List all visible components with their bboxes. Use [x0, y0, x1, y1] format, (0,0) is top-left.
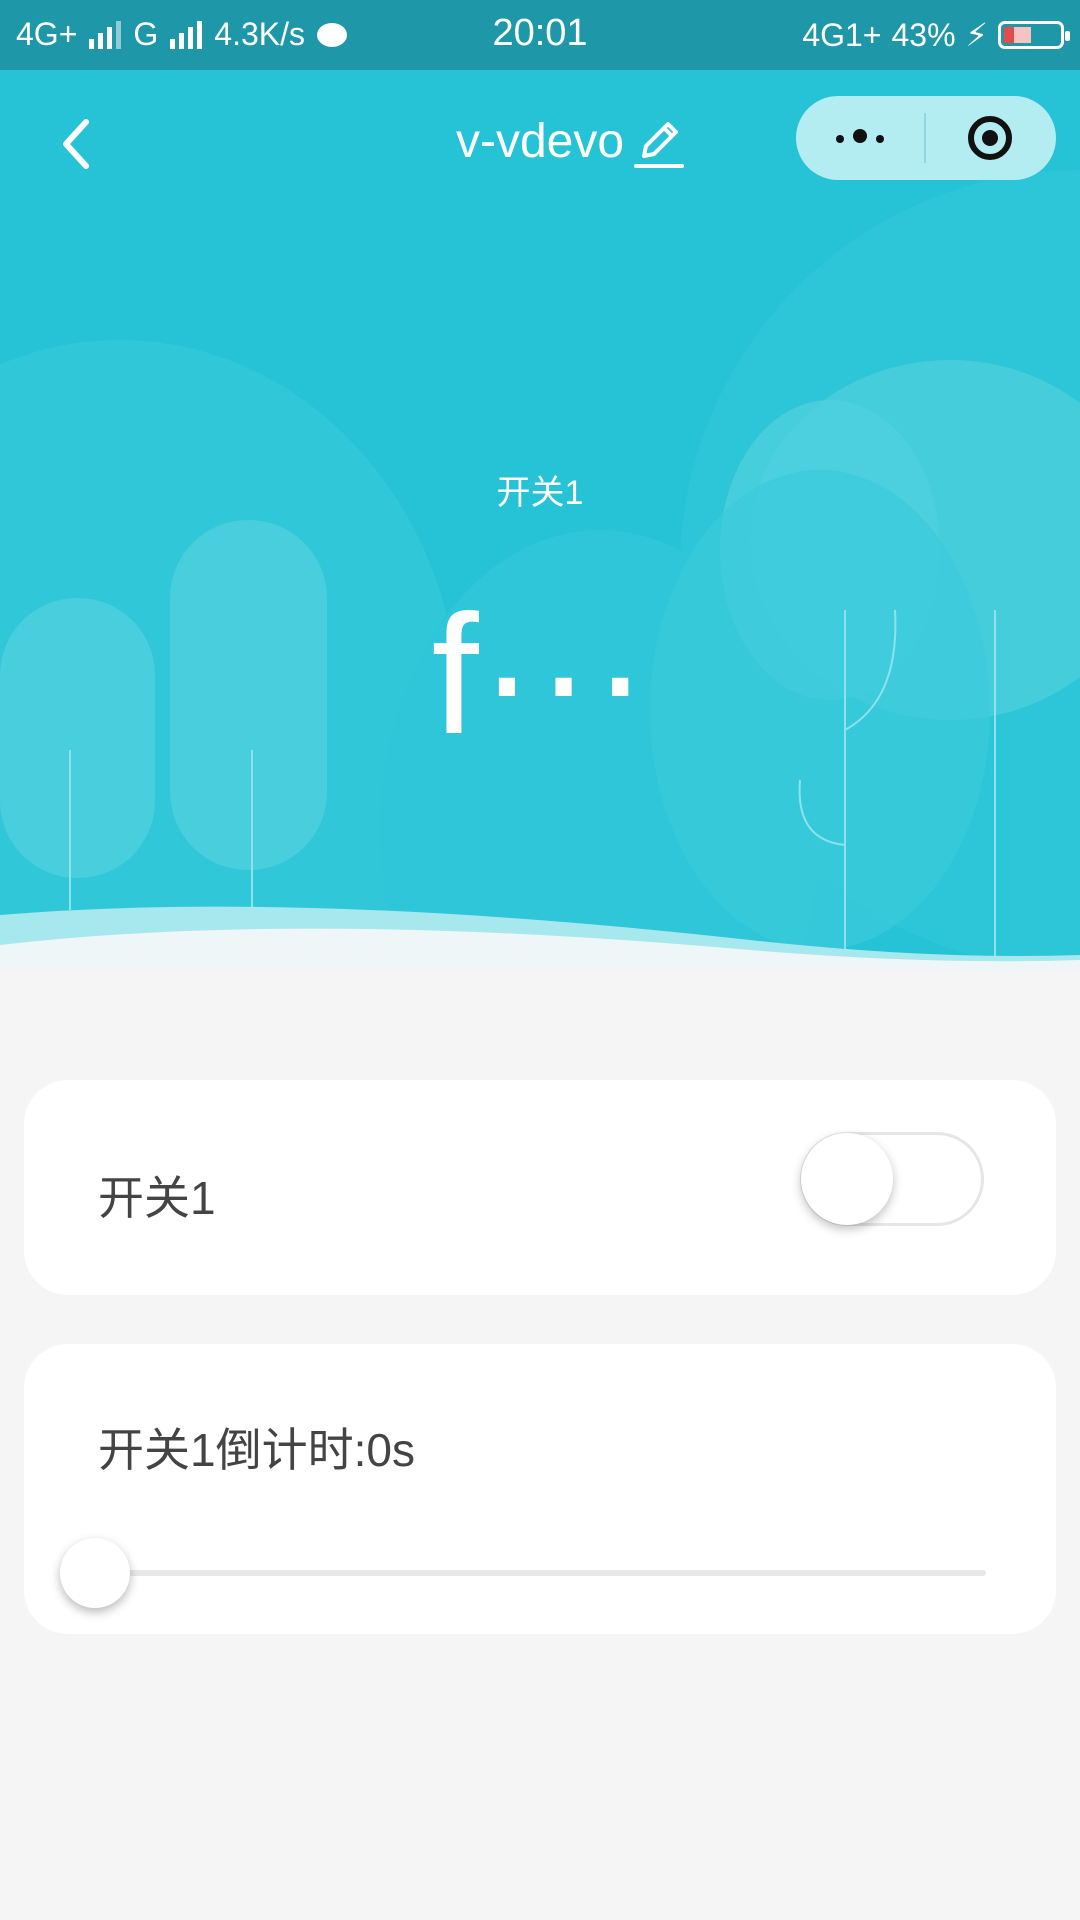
- countdown-label: 开关1倒计时:0s: [98, 1424, 415, 1476]
- hero-status-value: f···: [431, 580, 649, 770]
- status-bar-right: 4G1+ 43% ⚡: [802, 16, 1070, 54]
- target-circle-icon: [968, 116, 1012, 160]
- status-bar: 4G+ G 4.3K/s 20:01 4G1+ 43% ⚡: [0, 0, 1080, 70]
- switch-label: 开关1: [98, 1172, 216, 1224]
- close-mini-program-button[interactable]: [926, 96, 1054, 180]
- page-title: v-vdevo: [455, 115, 625, 168]
- countdown-card: 开关1倒计时:0s: [24, 1344, 1056, 1634]
- nav-bar: v-vdevo: [0, 70, 1080, 216]
- pencil-icon: [634, 122, 684, 168]
- more-dots-icon: [831, 128, 889, 148]
- battery-percent: 43%: [891, 16, 956, 53]
- network-type-label-3: 4G1+: [802, 16, 882, 53]
- more-button[interactable]: [796, 96, 924, 180]
- battery-level: [1004, 27, 1031, 43]
- switch-card: 开关1: [24, 1080, 1056, 1295]
- charging-icon: ⚡: [965, 17, 988, 53]
- edit-name-button[interactable]: [634, 118, 684, 170]
- battery-icon: [998, 21, 1070, 49]
- switch-toggle[interactable]: [800, 1132, 984, 1226]
- mini-program-capsule: [796, 96, 1056, 180]
- countdown-slider-thumb[interactable]: [60, 1538, 130, 1608]
- switch-toggle-knob: [801, 1133, 893, 1225]
- countdown-slider-track[interactable]: [94, 1570, 986, 1576]
- hero-label: 开关1: [496, 474, 584, 512]
